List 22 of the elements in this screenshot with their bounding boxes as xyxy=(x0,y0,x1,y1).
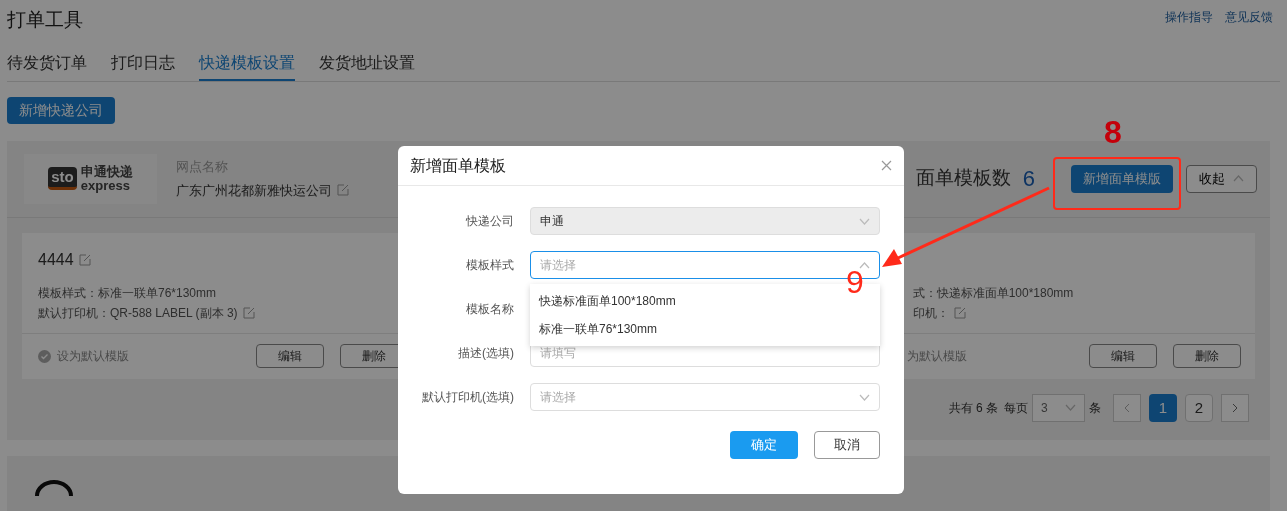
template-title: 4444 xyxy=(38,249,74,270)
template-count-label: 面单模板数 xyxy=(915,166,1011,191)
branch-name: 广东广州花都新雅快运公司 xyxy=(176,181,332,200)
annotation-number: 8 xyxy=(1104,114,1122,150)
default-printer: 印机： xyxy=(912,304,949,322)
field-label: 描述(选填) xyxy=(457,345,514,361)
field-label: 模板样式 xyxy=(465,257,514,273)
template-style: 模板样式：标准一联单76*130mm xyxy=(38,284,218,302)
field-label: 快递公司 xyxy=(465,213,514,229)
template-style: 式：快递标准面单100*180mm xyxy=(912,284,1075,302)
total-count: 共有 6 条 xyxy=(948,399,998,416)
template-count: 6 xyxy=(1022,165,1035,193)
per-page-label: 每页 xyxy=(1004,399,1028,416)
field-label: 默认打印机(选填) xyxy=(421,389,514,405)
modal-title: 新增面单模板 xyxy=(410,155,506,176)
field-label: 模板名称 xyxy=(465,301,514,317)
logo-name: 申通快递 xyxy=(80,164,133,179)
logo-subtitle: express xyxy=(80,178,130,193)
logo-mark: sto xyxy=(48,167,77,190)
page-title: 打单工具 xyxy=(7,8,83,32)
default-printer: 默认打印机：QR-588 LABEL (副本 3) xyxy=(38,304,238,322)
per-page-unit: 条 xyxy=(1089,399,1101,416)
